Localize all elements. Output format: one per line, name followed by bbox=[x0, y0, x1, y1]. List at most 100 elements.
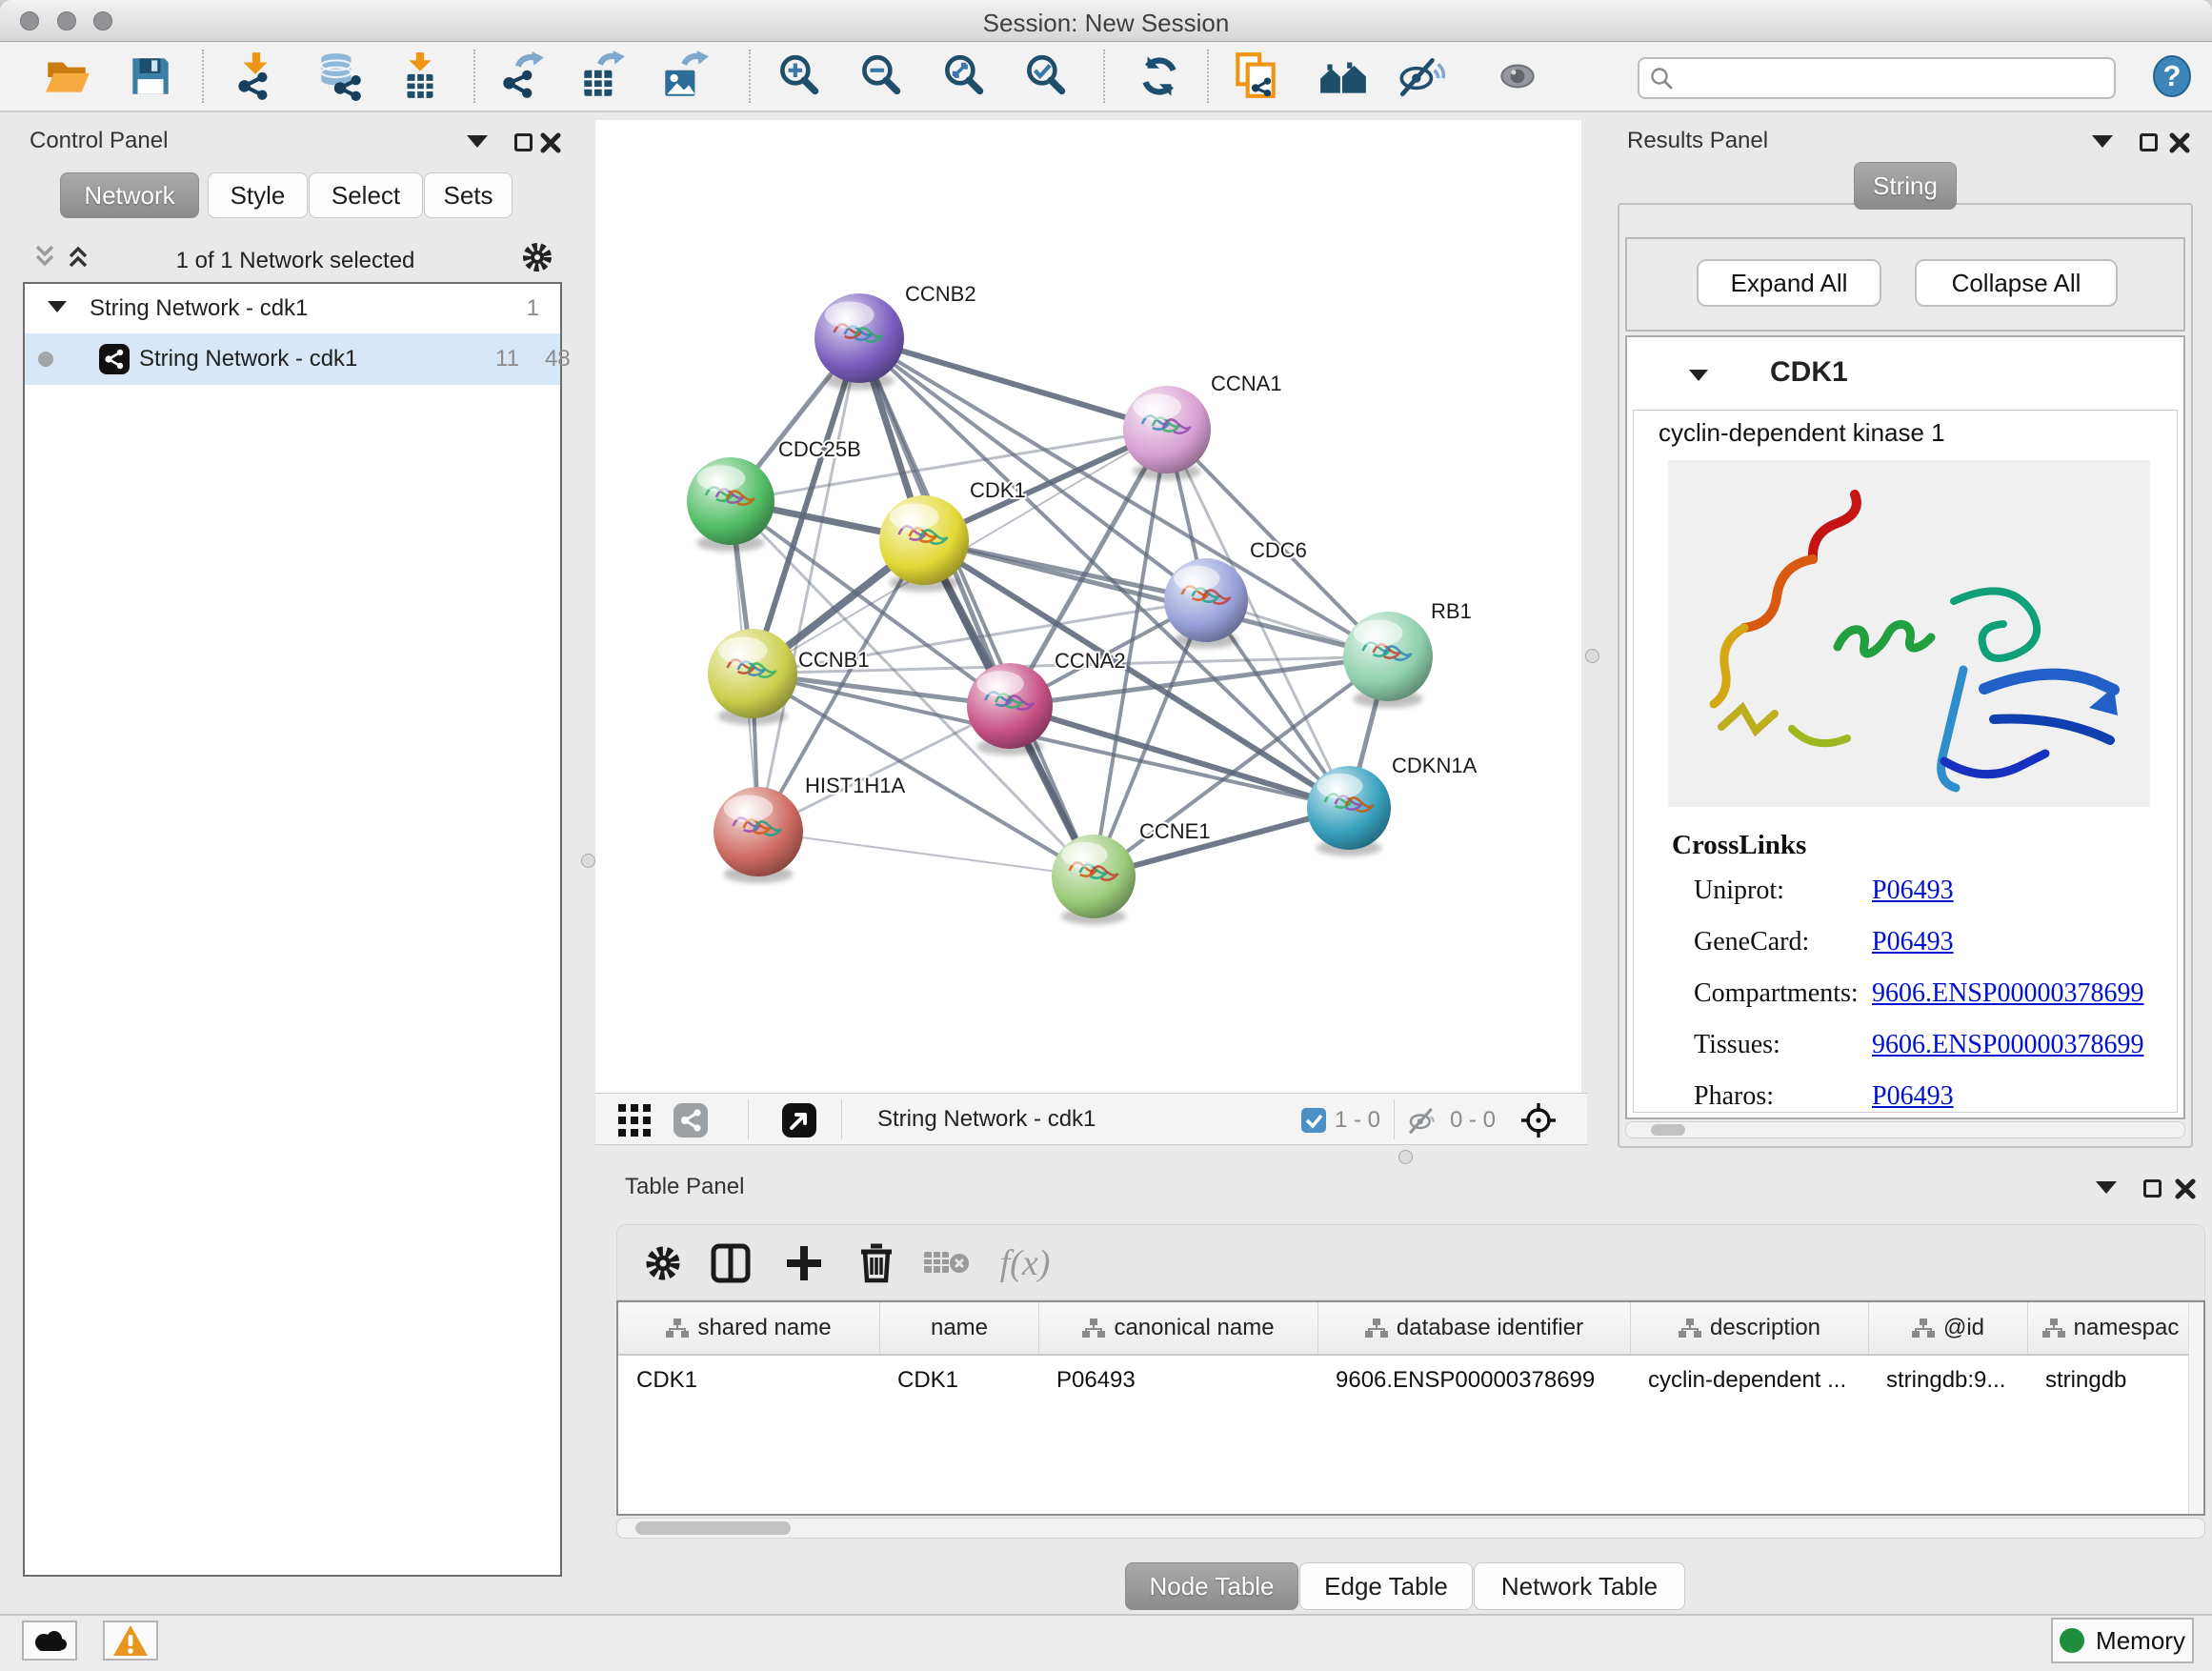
column-header-name[interactable]: name bbox=[879, 1302, 1038, 1356]
title-bar: Session: New Session bbox=[0, 0, 2212, 42]
new-network-from-selection-button[interactable] bbox=[1229, 50, 1282, 103]
control-panel-float-icon[interactable] bbox=[514, 133, 533, 151]
control-panel-close-icon[interactable] bbox=[539, 131, 562, 154]
column-header-database-identifier[interactable]: database identifier bbox=[1317, 1302, 1630, 1356]
node-CDC25B[interactable] bbox=[687, 457, 774, 552]
table-settings-button[interactable] bbox=[638, 1238, 688, 1288]
export-table-button[interactable] bbox=[575, 50, 629, 103]
network-canvas[interactable]: CCNB2CCNA1CDC25BCDK1CDC6RB1CCNB1CCNA2HIS… bbox=[595, 120, 1581, 1093]
collection-expand-icon[interactable] bbox=[48, 301, 67, 312]
expand-all-button[interactable]: Expand All bbox=[1697, 259, 1881, 307]
zoom-in-button[interactable] bbox=[773, 50, 826, 103]
delete-table-icon bbox=[924, 1246, 970, 1280]
table-panel-menu-icon[interactable] bbox=[2096, 1181, 2117, 1194]
results-panel-float-icon[interactable] bbox=[2140, 133, 2158, 151]
edge-CCNB2-RB1[interactable] bbox=[859, 338, 1388, 656]
column-header--id[interactable]: @id bbox=[1868, 1302, 2027, 1356]
table-panel-float-icon[interactable] bbox=[2143, 1179, 2162, 1198]
node-RB1[interactable] bbox=[1343, 612, 1433, 708]
results-panel-menu-icon[interactable] bbox=[2092, 135, 2113, 148]
node-CDKN1A[interactable] bbox=[1307, 766, 1391, 856]
zoom-fit-content-button[interactable] bbox=[937, 50, 991, 103]
tab-sets[interactable]: Sets bbox=[424, 172, 513, 218]
node-CDC6[interactable] bbox=[1164, 558, 1248, 649]
table-panel-close-icon[interactable] bbox=[2174, 1178, 2197, 1200]
expand-all-chevrons-icon[interactable] bbox=[65, 244, 93, 269]
edge-CCNE1-HIST1H1A[interactable] bbox=[758, 832, 1094, 876]
cell-canonical-name[interactable]: P06493 bbox=[1038, 1358, 1317, 1403]
cell-name[interactable]: CDK1 bbox=[879, 1358, 1038, 1403]
warnings-button[interactable] bbox=[103, 1621, 158, 1661]
control-panel-menu-icon[interactable] bbox=[467, 135, 488, 148]
collapse-all-button[interactable]: Collapse All bbox=[1915, 259, 2118, 307]
crosslink-link[interactable]: P06493 bbox=[1872, 1081, 1954, 1112]
refresh-layout-button[interactable] bbox=[1133, 50, 1186, 103]
node-CCNA2[interactable] bbox=[967, 663, 1053, 755]
open-session-button[interactable] bbox=[41, 50, 94, 103]
cell-description[interactable]: cyclin-dependent ... bbox=[1630, 1358, 1868, 1403]
import-network-file-button[interactable] bbox=[229, 50, 282, 103]
collapse-all-chevrons-icon[interactable] bbox=[31, 244, 60, 269]
show-all-button[interactable] bbox=[1491, 50, 1544, 103]
save-session-button[interactable] bbox=[124, 50, 177, 103]
tab-string[interactable]: String bbox=[1854, 162, 1957, 210]
left-splitter-handle[interactable] bbox=[581, 854, 595, 868]
tab-edge-table[interactable]: Edge Table bbox=[1299, 1562, 1473, 1610]
cell-shared-name[interactable]: CDK1 bbox=[618, 1358, 879, 1403]
results-hscrollbar[interactable] bbox=[1625, 1121, 2185, 1138]
network-graph[interactable]: CCNB2CCNA1CDC25BCDK1CDC6RB1CCNB1CCNA2HIS… bbox=[595, 120, 1581, 1093]
import-table-file-button[interactable] bbox=[393, 50, 447, 103]
node-HIST1H1A[interactable] bbox=[714, 787, 803, 883]
right-splitter-handle[interactable] bbox=[1585, 649, 1599, 663]
grid-view-icon[interactable] bbox=[618, 1104, 653, 1137]
column-header-description[interactable]: description bbox=[1630, 1302, 1868, 1356]
results-hscrollbar-thumb[interactable] bbox=[1651, 1124, 1685, 1136]
add-column-button[interactable] bbox=[779, 1238, 829, 1288]
hide-selected-button[interactable] bbox=[1394, 50, 1447, 103]
tab-style[interactable]: Style bbox=[208, 172, 308, 218]
node-CCNA1[interactable] bbox=[1123, 386, 1211, 480]
crosslink-link[interactable]: P06493 bbox=[1872, 927, 1954, 957]
column-header-namespac[interactable]: namespac bbox=[2027, 1302, 2193, 1356]
network-collection-row[interactable]: String Network - cdk1 1 bbox=[25, 284, 560, 333]
crosslink-link[interactable]: 9606.ENSP00000378699 bbox=[1872, 1030, 2143, 1060]
table-hscrollbar[interactable] bbox=[616, 1518, 2205, 1539]
crosslink-link[interactable]: P06493 bbox=[1872, 876, 1954, 906]
edge-CDK1-RB1[interactable] bbox=[924, 540, 1388, 656]
zoom-selected-button[interactable] bbox=[1019, 50, 1073, 103]
cell-database-identifier[interactable]: 9606.ENSP00000378699 bbox=[1317, 1358, 1630, 1403]
export-network-button[interactable] bbox=[495, 50, 549, 103]
search-input[interactable] bbox=[1681, 64, 2104, 92]
database-icon bbox=[314, 50, 366, 102]
network-row-selected[interactable]: String Network - cdk1 11 48 bbox=[25, 333, 560, 385]
crosslink-link[interactable]: 9606.ENSP00000378699 bbox=[1872, 978, 2143, 1009]
memory-button[interactable]: Memory bbox=[2051, 1618, 2194, 1663]
help-button[interactable]: ? bbox=[2145, 50, 2199, 103]
cloud-status-button[interactable] bbox=[22, 1621, 77, 1661]
gene-section-collapse-icon[interactable] bbox=[1689, 370, 1708, 381]
zoom-out-button[interactable] bbox=[855, 50, 908, 103]
table-vscrollbar[interactable] bbox=[2188, 1302, 2203, 1514]
tab-select[interactable]: Select bbox=[309, 172, 423, 218]
network-list-view-icon[interactable] bbox=[674, 1103, 708, 1137]
selected-checkbox-icon[interactable] bbox=[1301, 1108, 1326, 1133]
birds-eye-view-icon[interactable] bbox=[782, 1103, 816, 1137]
bottom-splitter-handle[interactable] bbox=[1398, 1150, 1413, 1164]
tab-network-table[interactable]: Network Table bbox=[1474, 1562, 1685, 1610]
import-network-database-button[interactable] bbox=[313, 50, 367, 103]
home-button[interactable] bbox=[1317, 50, 1370, 103]
table-hscrollbar-thumb[interactable] bbox=[635, 1521, 791, 1535]
fit-selected-crosshair-icon[interactable] bbox=[1519, 1101, 1558, 1139]
gear-icon[interactable] bbox=[520, 240, 554, 274]
show-columns-button[interactable] bbox=[706, 1238, 755, 1288]
results-panel-close-icon[interactable] bbox=[2168, 131, 2191, 154]
cell--id[interactable]: stringdb:9... bbox=[1868, 1358, 2027, 1403]
tab-node-table[interactable]: Node Table bbox=[1125, 1562, 1298, 1610]
node-CCNE1[interactable] bbox=[1052, 835, 1136, 925]
column-header-canonical-name[interactable]: canonical name bbox=[1038, 1302, 1317, 1356]
cell-namespac[interactable]: stringdb bbox=[2027, 1358, 2193, 1403]
delete-column-button[interactable] bbox=[852, 1238, 901, 1288]
tab-network[interactable]: Network bbox=[60, 172, 199, 218]
column-header-shared-name[interactable]: shared name bbox=[618, 1302, 879, 1356]
export-image-button[interactable] bbox=[657, 50, 711, 103]
